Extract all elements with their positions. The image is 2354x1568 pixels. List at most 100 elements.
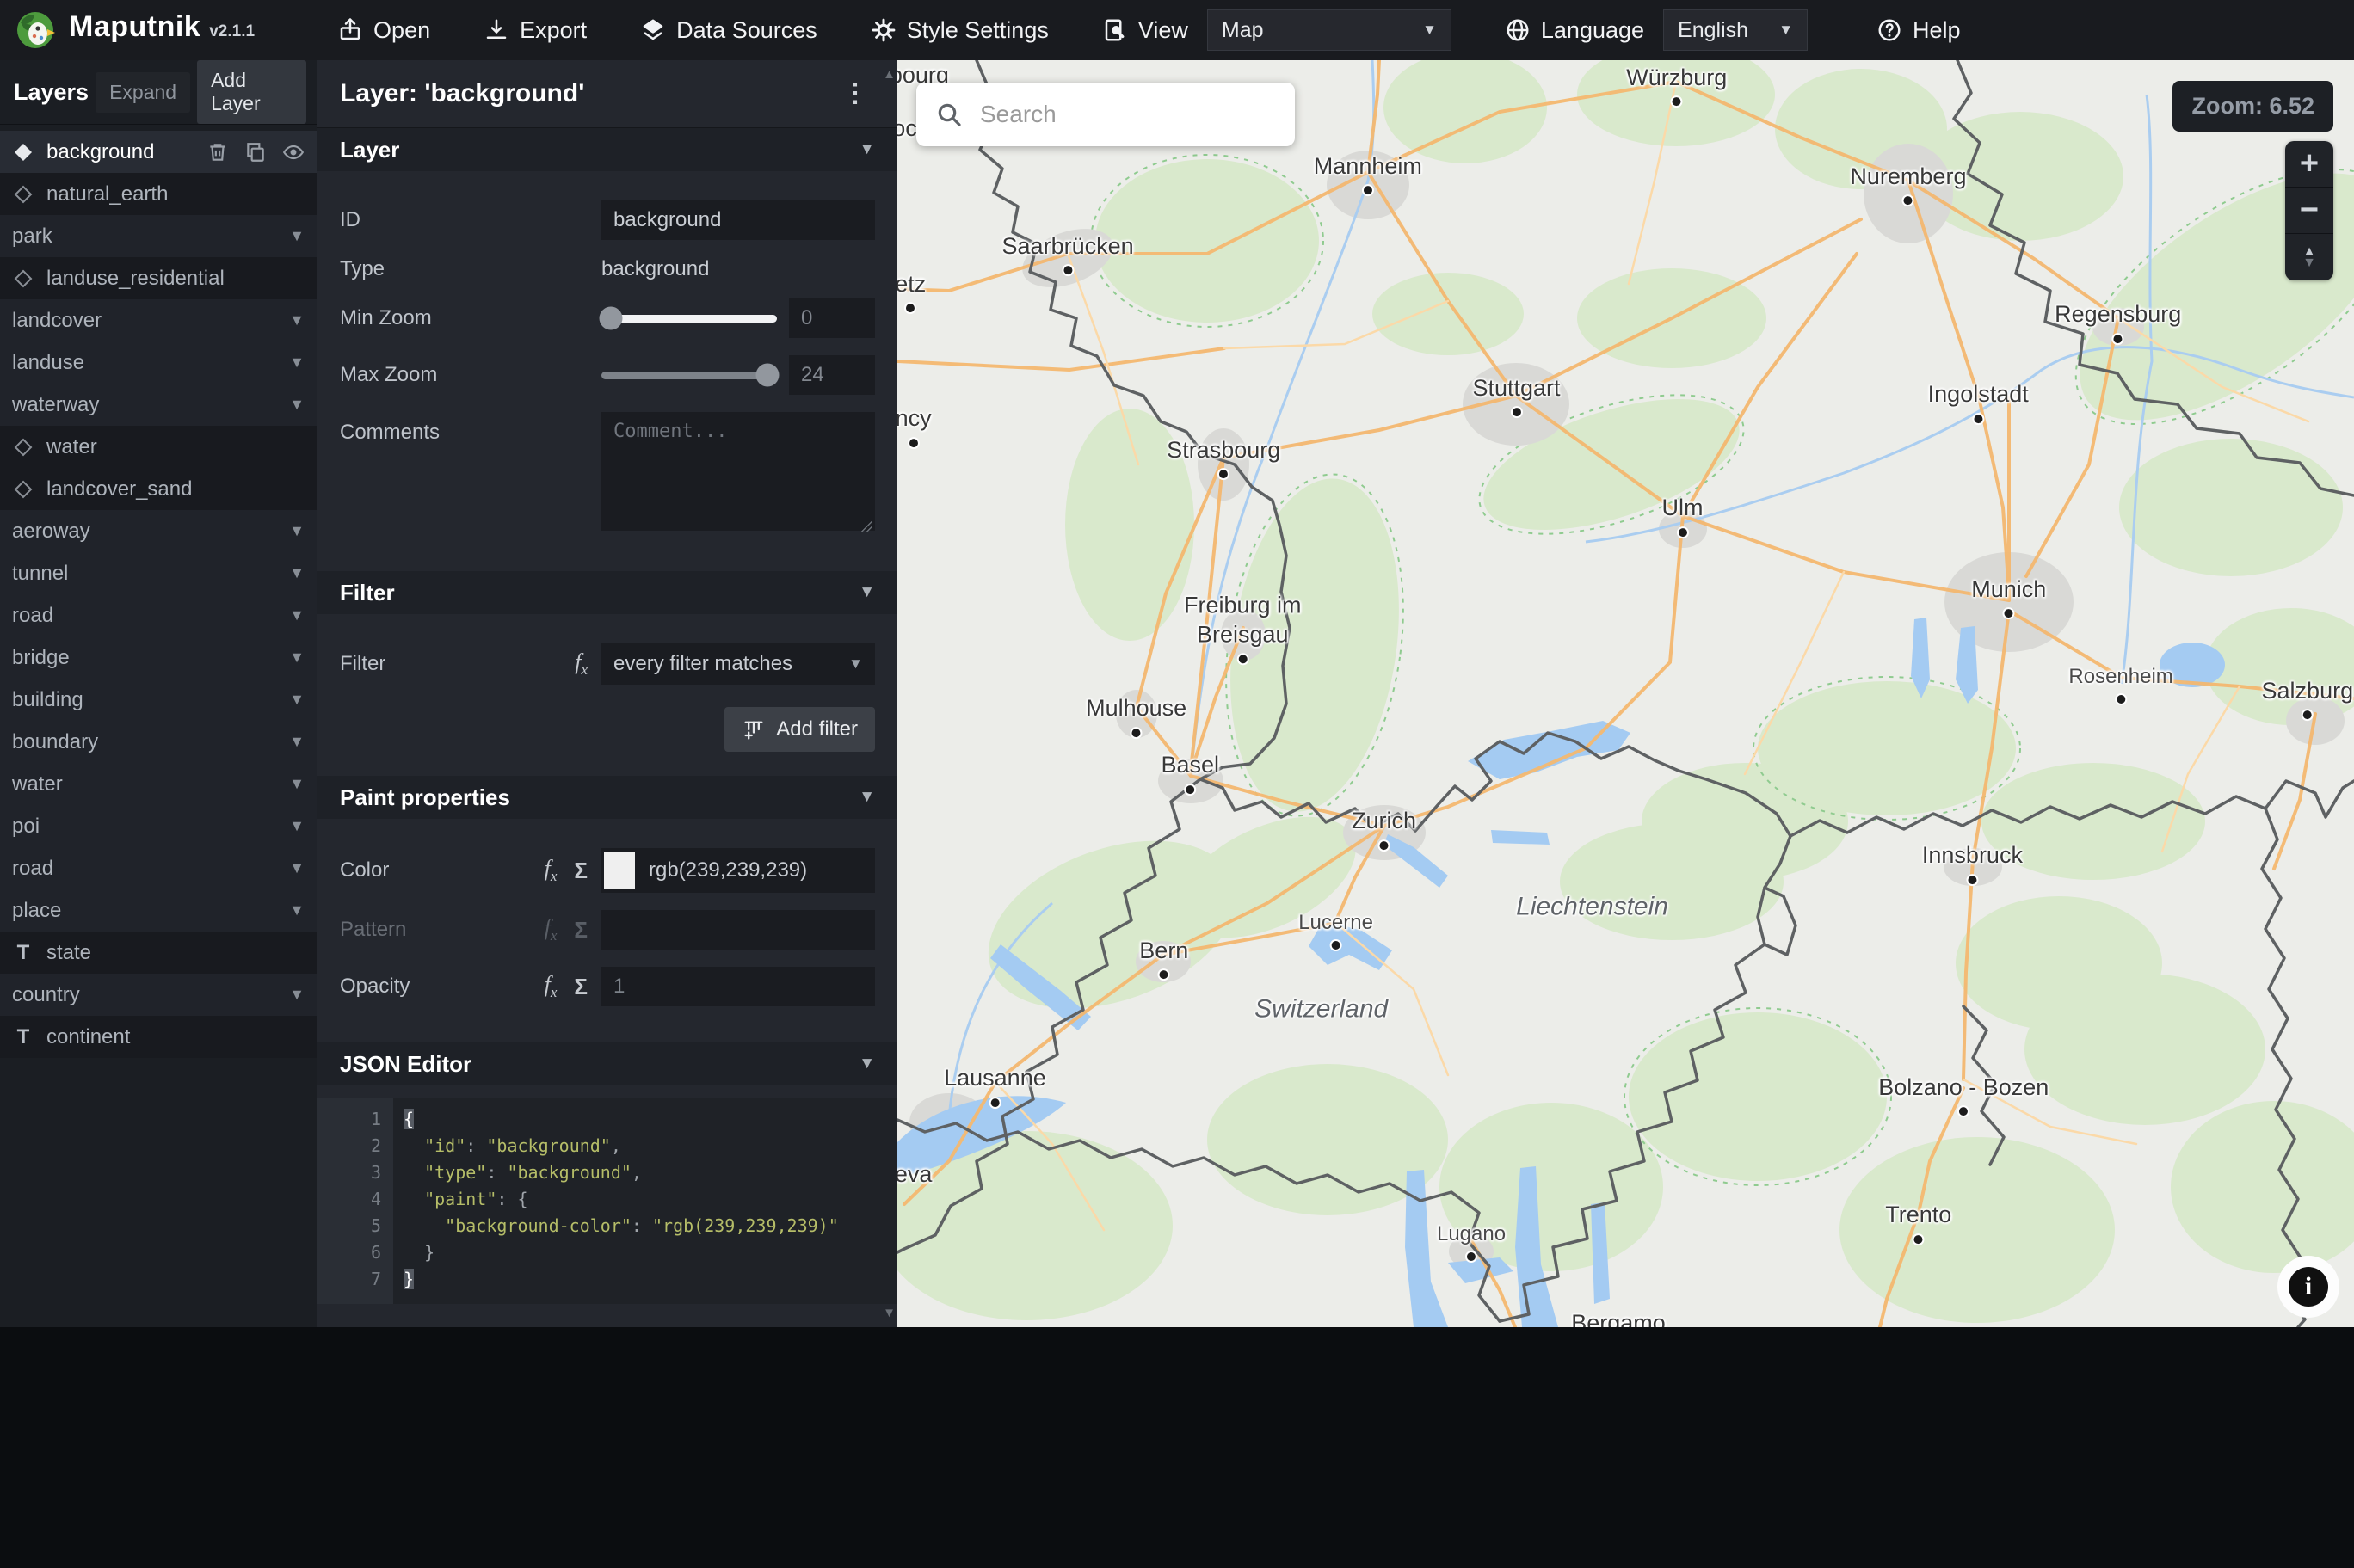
layer-list-item-country-20[interactable]: country ▼ (0, 974, 317, 1016)
layer-list-item-road-17[interactable]: road ▼ (0, 847, 317, 889)
section-header-layer[interactable]: Layer ▼ (317, 128, 897, 171)
group-collapse-caret-icon[interactable]: ▼ (289, 817, 305, 835)
layer-list-item-place-18[interactable]: place ▼ (0, 889, 317, 932)
section-header-paint[interactable]: Paint properties ▼ (317, 776, 897, 819)
layer-list-item-waterway-6[interactable]: waterway ▼ (0, 384, 317, 426)
group-collapse-caret-icon[interactable]: ▼ (289, 733, 305, 751)
language-select[interactable]: English ▼ (1663, 9, 1809, 51)
style-settings-menu-item[interactable]: Style Settings (871, 17, 1049, 44)
layer-list-item-park-2[interactable]: park ▼ (0, 215, 317, 257)
group-collapse-caret-icon[interactable]: ▼ (289, 691, 305, 709)
layer-list-item-bridge-12[interactable]: bridge ▼ (0, 636, 317, 679)
city-dot (1184, 784, 1197, 796)
view-select[interactable]: Map ▼ (1206, 9, 1451, 51)
layer-item-label: background (46, 139, 155, 163)
map-city-label-nuremberg: Nuremberg (1850, 163, 1966, 207)
language-menu-item[interactable]: Language (1505, 17, 1644, 44)
layer-list-item-building-13[interactable]: building ▼ (0, 679, 317, 721)
opacity-input[interactable] (601, 967, 875, 1006)
function-icon[interactable]: fx (575, 649, 588, 679)
group-collapse-caret-icon[interactable]: ▼ (289, 354, 305, 372)
slider-thumb[interactable] (755, 363, 780, 387)
layer-list-item-state-19[interactable]: Tstate (0, 932, 317, 974)
map-city-label-zurich: Zurich (1352, 807, 1416, 852)
color-input[interactable]: rgb(239,239,239) (601, 848, 875, 893)
layer-list-item-tunnel-10[interactable]: tunnel ▼ (0, 552, 317, 594)
chevron-down-icon: ▼ (859, 583, 875, 601)
function-icon[interactable]: fx (545, 856, 558, 885)
line-number: 3 (370, 1162, 381, 1183)
layer-list-item-boundary-14[interactable]: boundary ▼ (0, 721, 317, 763)
sigma-icon[interactable]: Σ (574, 858, 588, 884)
layer-item-label: park (12, 224, 52, 248)
open-menu-item[interactable]: Open (337, 17, 430, 44)
layer-list-item-landcover_sand-8[interactable]: landcover_sand (0, 468, 317, 510)
filter-combinator-select[interactable]: every filter matches ▼ (601, 643, 875, 685)
color-swatch[interactable] (604, 852, 635, 889)
function-icon[interactable]: fx (545, 972, 558, 1001)
layer-menu-kebab-icon[interactable]: ⋮ (835, 81, 875, 107)
code-lines[interactable]: { "id": "background", "type": "backgroun… (393, 1098, 897, 1304)
max-zoom-slider[interactable] (601, 363, 780, 387)
layer-row-actions (206, 141, 305, 163)
group-collapse-caret-icon[interactable]: ▼ (289, 649, 305, 667)
group-collapse-caret-icon[interactable]: ▼ (289, 901, 305, 919)
layer-list-item-background-0[interactable]: background (0, 131, 317, 173)
layer-list-item-landcover-4[interactable]: landcover ▼ (0, 299, 317, 341)
help-menu-item[interactable]: Help (1876, 17, 1961, 44)
pitch-toggle-button[interactable]: ▲ ▼ (2285, 234, 2333, 280)
export-menu-item[interactable]: Export (484, 17, 587, 44)
layer-list-item-continent-21[interactable]: Tcontinent (0, 1016, 317, 1058)
slider-thumb[interactable] (599, 306, 623, 330)
layer-list-item-landuse_residential-3[interactable]: landuse_residential (0, 257, 317, 299)
id-input[interactable] (601, 200, 875, 240)
layer-list-item-road-11[interactable]: road ▼ (0, 594, 317, 636)
map-city-label-munich: Munich (1971, 575, 2046, 620)
map-attribution-info-button[interactable]: i (2289, 1267, 2328, 1307)
add-layer-button[interactable]: Add Layer (197, 60, 306, 124)
chevron-down-icon: ▼ (859, 788, 875, 806)
group-collapse-caret-icon[interactable]: ▼ (289, 859, 305, 877)
layer-list-item-water-7[interactable]: water (0, 426, 317, 468)
zoom-out-button[interactable]: − (2285, 188, 2333, 234)
layer-list-item-natural_earth-1[interactable]: natural_earth (0, 173, 317, 215)
map-search-box[interactable] (916, 83, 1295, 146)
line-number-gutter: 1 2 3 4 5 6 7 (317, 1098, 393, 1304)
group-collapse-caret-icon[interactable]: ▼ (289, 564, 305, 582)
code-line: } (404, 1269, 415, 1289)
min-zoom-value[interactable]: 0 (789, 298, 875, 338)
layer-fill-icon (14, 438, 33, 456)
expand-button[interactable]: Expand (96, 71, 191, 113)
pattern-input[interactable] (601, 910, 875, 950)
layer-list-item-landuse-5[interactable]: landuse ▼ (0, 341, 317, 384)
group-collapse-caret-icon[interactable]: ▼ (289, 396, 305, 414)
sigma-icon[interactable]: Σ (574, 974, 588, 1000)
visibility-eye-icon[interactable] (282, 141, 305, 163)
delete-layer-icon[interactable] (206, 141, 229, 163)
group-collapse-caret-icon[interactable]: ▼ (289, 522, 305, 540)
layer-section-content: ID Type background Min Zoom 0 Max Zoom (317, 171, 897, 571)
map-canvas[interactable]: bourgocWürzburgMannheimNurembergSaarbrüc… (897, 60, 2354, 1327)
group-collapse-caret-icon[interactable]: ▼ (289, 986, 305, 1004)
group-collapse-caret-icon[interactable]: ▼ (289, 606, 305, 624)
group-collapse-caret-icon[interactable]: ▼ (289, 775, 305, 793)
scroll-up-arrow[interactable]: ▲ (883, 67, 896, 82)
duplicate-layer-icon[interactable] (244, 141, 267, 163)
group-collapse-caret-icon[interactable]: ▼ (289, 311, 305, 329)
json-code-editor[interactable]: 1 2 3 4 5 6 7 { "id": "background", "type": "b… (317, 1098, 897, 1304)
group-collapse-caret-icon[interactable]: ▼ (289, 227, 305, 245)
layer-list-item-water-15[interactable]: water ▼ (0, 763, 317, 805)
view-menu-item[interactable]: View (1102, 17, 1188, 44)
section-header-json-editor[interactable]: JSON Editor ▼ (317, 1042, 897, 1085)
search-input[interactable] (978, 100, 1276, 129)
section-header-filter[interactable]: Filter ▼ (317, 571, 897, 614)
zoom-in-button[interactable]: + (2285, 141, 2333, 188)
data-sources-menu-item[interactable]: Data Sources (640, 17, 817, 44)
max-zoom-value[interactable]: 24 (789, 355, 875, 395)
layer-list-item-poi-16[interactable]: poi ▼ (0, 805, 317, 847)
layer-list-item-aeroway-9[interactable]: aeroway ▼ (0, 510, 317, 552)
comments-textarea[interactable] (601, 412, 875, 531)
add-filter-button[interactable]: Add filter (724, 707, 875, 752)
scroll-down-arrow[interactable]: ▼ (883, 1306, 896, 1320)
min-zoom-slider[interactable] (599, 306, 777, 330)
